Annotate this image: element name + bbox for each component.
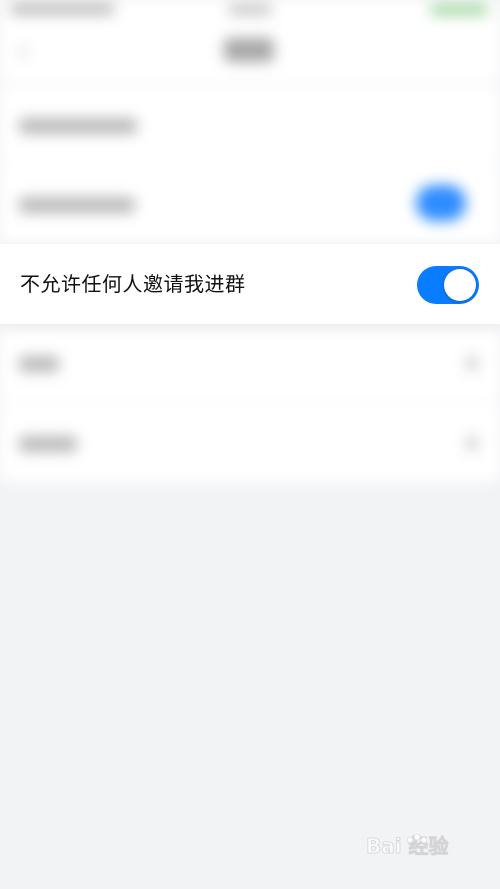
setting-row-2-toggle[interactable] (416, 185, 466, 221)
setting-row-2[interactable] (0, 165, 500, 243)
status-time (228, 4, 272, 15)
status-bar (0, 0, 500, 24)
status-carrier (10, 3, 115, 15)
setting-label: 不允许任何人邀请我进群 (20, 272, 246, 296)
svg-text:Bai 经验: Bai 经验 (366, 834, 449, 858)
setting-row-5[interactable] (0, 404, 500, 482)
setting-row-4[interactable] (0, 324, 500, 402)
setting-row-4-label (18, 356, 60, 372)
nav-title (224, 38, 274, 62)
chevron-right-icon (466, 436, 478, 450)
back-arrow-icon[interactable]: ‹ (18, 38, 44, 64)
settings-screen: ‹ 不允许任何人邀请我进群 Bai 经验 (0, 0, 500, 889)
setting-row-5-label (18, 436, 78, 452)
baidu-jingyan-watermark: Bai 经验 (366, 831, 476, 861)
setting-row-no-group-invites[interactable]: 不允许任何人邀请我进群 (0, 244, 500, 324)
baidu-logo-icon: Bai 经验 (366, 834, 449, 859)
group-invite-toggle[interactable] (417, 266, 479, 304)
toggle-knob (444, 269, 476, 301)
setting-row-2-label (18, 197, 136, 213)
setting-row-1-label (18, 118, 138, 134)
battery-icon (430, 4, 488, 15)
navigation-bar: ‹ (0, 24, 500, 82)
setting-row-1[interactable] (0, 86, 500, 164)
chevron-right-icon (466, 356, 478, 370)
